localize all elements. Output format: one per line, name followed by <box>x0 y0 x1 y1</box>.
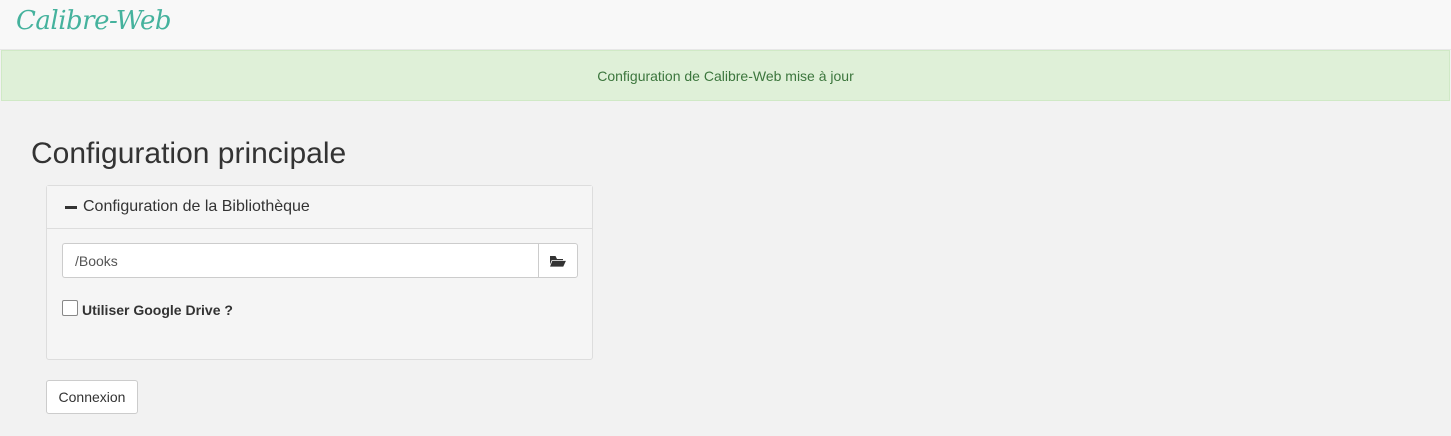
connect-button[interactable]: Connexion <box>46 380 138 414</box>
library-config-panel: Configuration de la Bibliothèque Utilise… <box>46 185 593 360</box>
alert-message: Configuration de Calibre-Web mise à jour <box>597 67 854 84</box>
top-navbar: Calibre-Web <box>0 0 1451 50</box>
library-path-input[interactable] <box>62 243 538 278</box>
browse-folder-button[interactable] <box>538 243 578 278</box>
google-drive-option: Utiliser Google Drive ? <box>62 300 233 318</box>
library-config-heading: Configuration de la Bibliothèque <box>83 198 310 215</box>
google-drive-checkbox[interactable] <box>62 300 78 316</box>
brand-logo[interactable]: Calibre-Web <box>16 6 171 36</box>
success-alert: Configuration de Calibre-Web mise à jour <box>1 50 1450 101</box>
library-path-group <box>62 243 578 278</box>
google-drive-label[interactable]: Utiliser Google Drive ? <box>82 302 233 318</box>
minus-icon <box>65 205 77 209</box>
page-title: Configuration principale <box>31 137 347 170</box>
library-config-panel-toggle[interactable]: Configuration de la Bibliothèque <box>47 186 592 229</box>
folder-open-icon <box>549 255 567 267</box>
